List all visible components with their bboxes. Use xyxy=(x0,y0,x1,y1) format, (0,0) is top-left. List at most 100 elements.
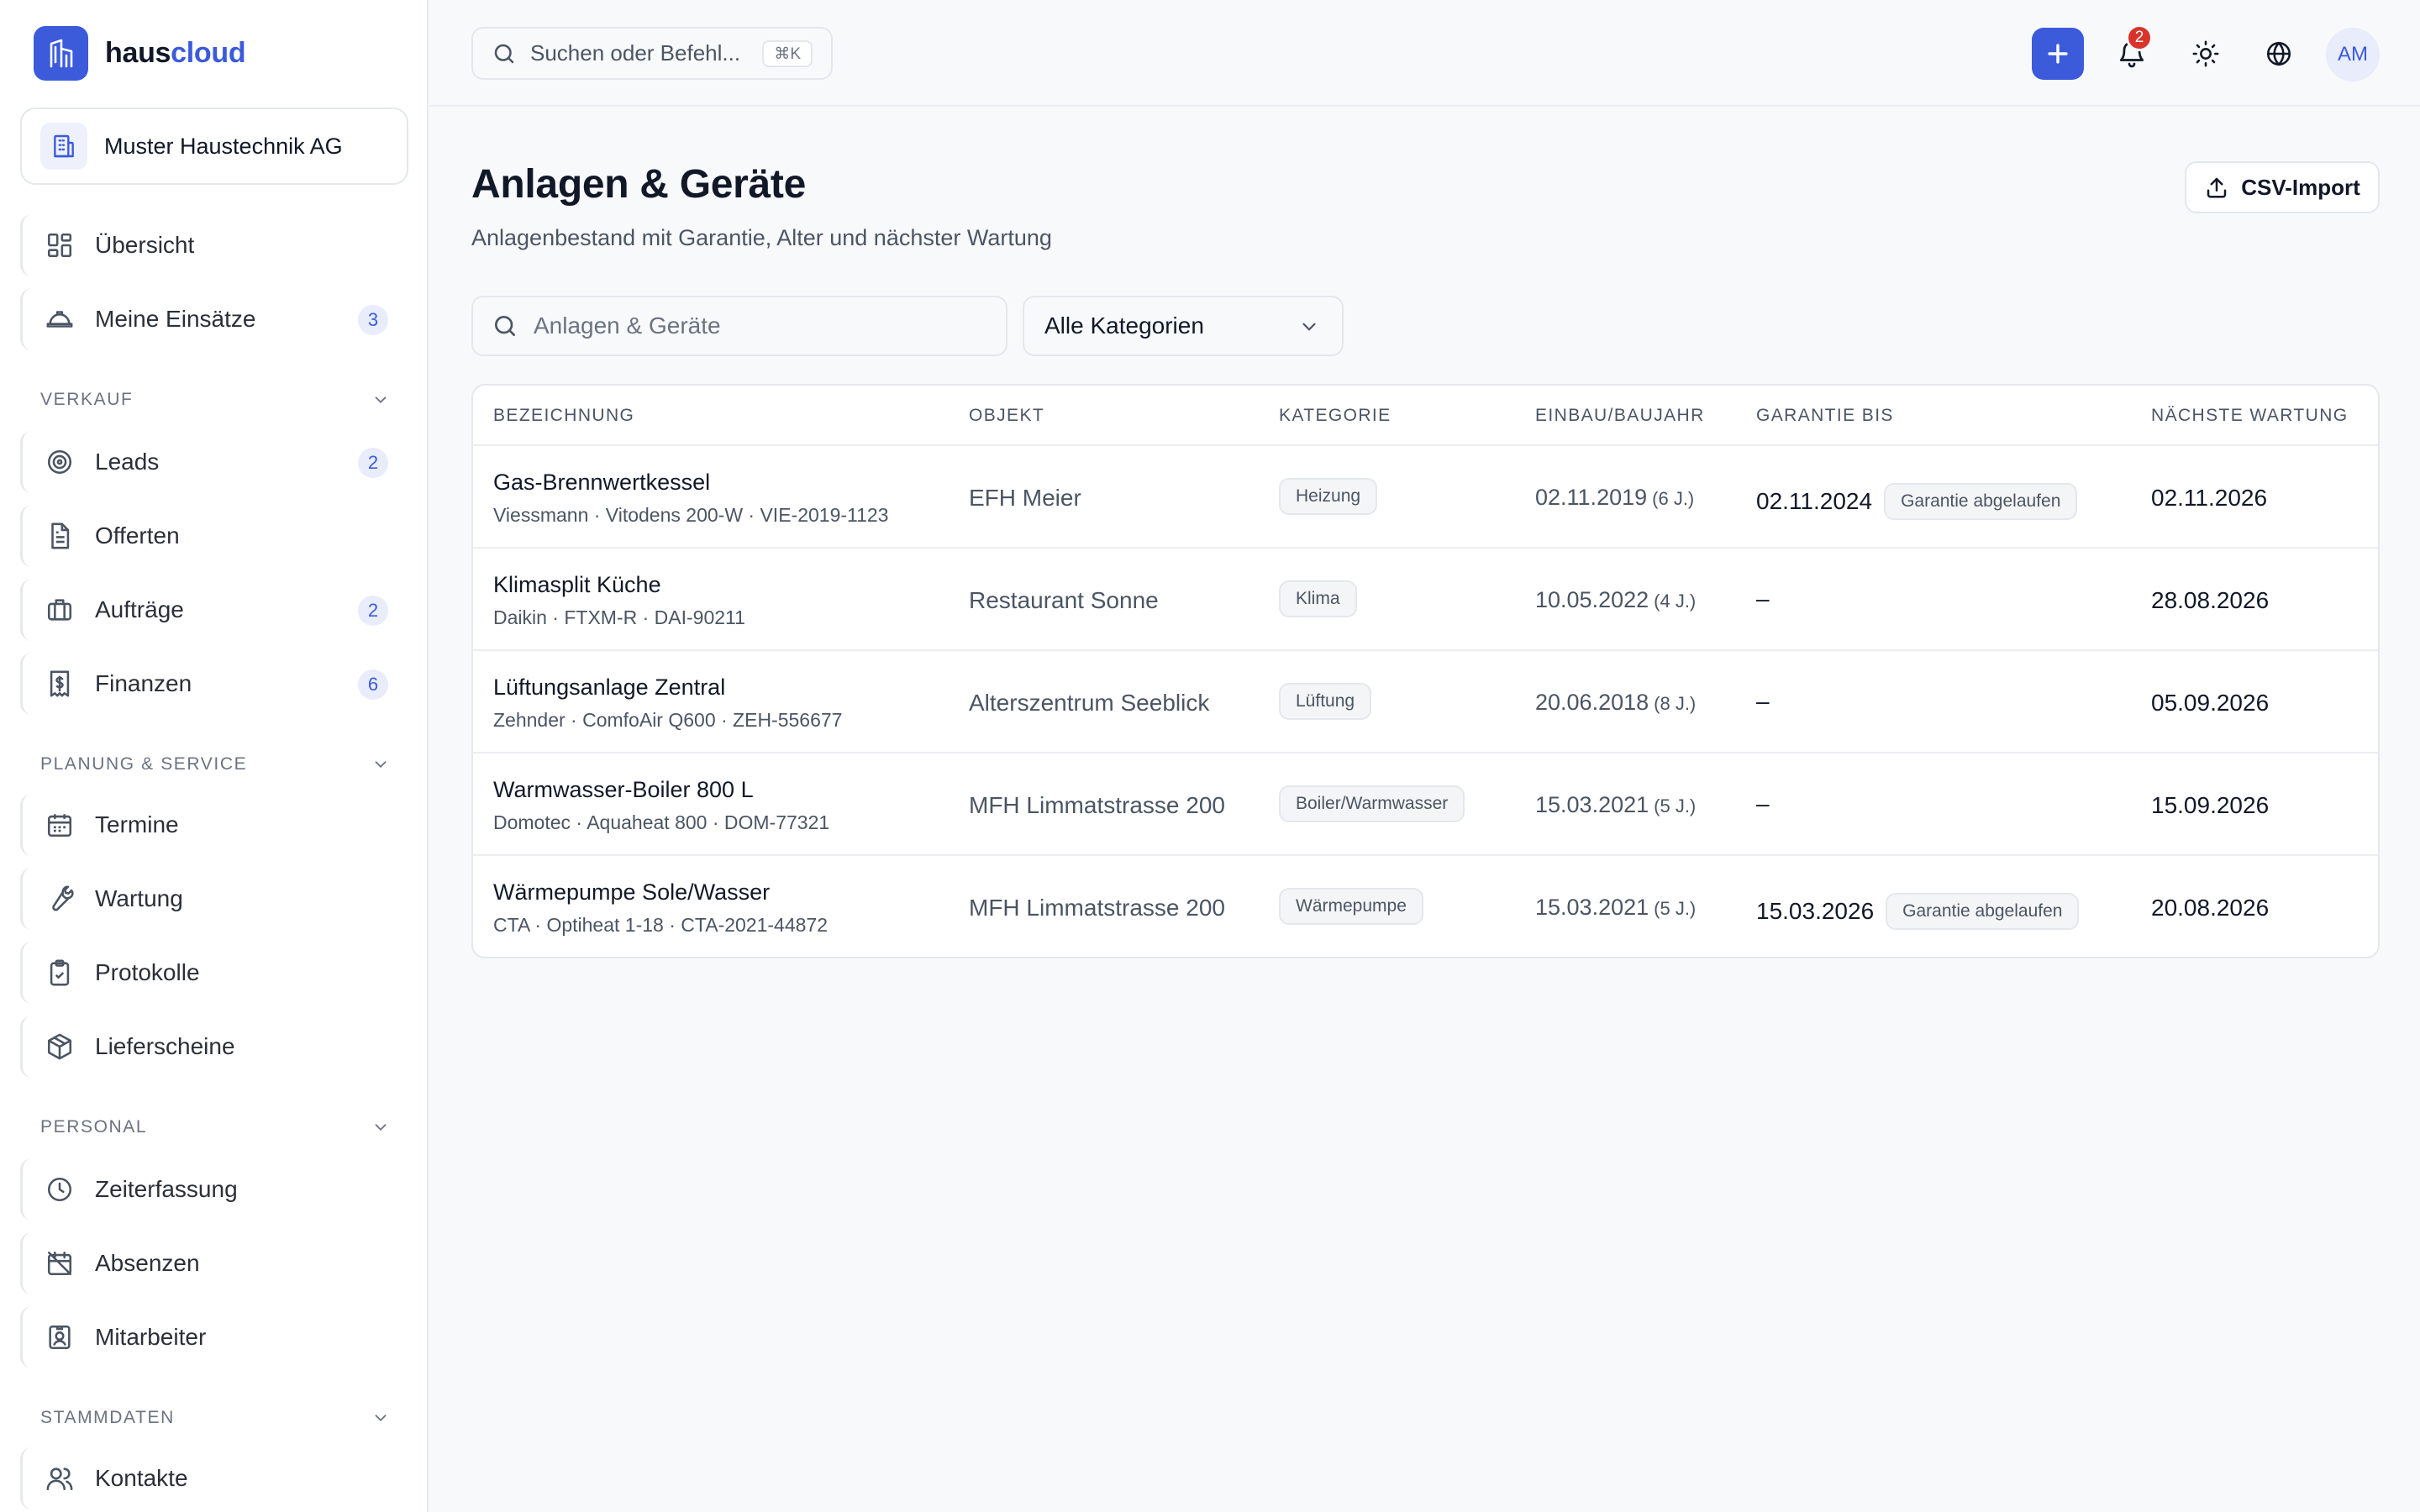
chevron-down-icon xyxy=(375,761,387,769)
receipt-icon xyxy=(45,669,75,699)
equipment-meta: Daikin · FTXM-R · DAI-90211 xyxy=(493,606,745,628)
briefcase-icon xyxy=(45,595,75,625)
category-tag: Boiler/Warmwasser xyxy=(1279,785,1465,822)
search-placeholder: Anlagen & Geräte xyxy=(534,312,721,339)
warranty-cell: – xyxy=(1756,790,1770,816)
calendar-icon xyxy=(45,810,75,840)
sidebar-item-auftraege[interactable]: Aufträge 2 xyxy=(20,579,408,641)
brand-name: hauscloud xyxy=(105,37,246,69)
sidebar-item-termine[interactable]: Termine xyxy=(20,794,408,856)
install-date: 10.05.2022 (4 J.) xyxy=(1535,587,1697,612)
table-row[interactable]: Gas-Brennwertkessel Viessmann · Vitodens… xyxy=(473,446,2378,549)
sidebar-item-protokolle[interactable]: Protokolle xyxy=(20,942,408,1004)
category-tag: Heizung xyxy=(1279,478,1378,515)
category-tag: Klima xyxy=(1279,580,1357,617)
section-toggle-planung-service[interactable]: PLANUNG & SERVICE xyxy=(40,752,390,777)
equipment-meta: Viessmann · Vitodens 200-W · VIE-2019-11… xyxy=(493,504,889,526)
object-cell: Restaurant Sonne xyxy=(969,587,1159,613)
count-badge: 2 xyxy=(358,596,388,626)
age-label: (6 J.) xyxy=(1652,488,1695,509)
sidebar-item-wartung[interactable]: Wartung xyxy=(20,868,408,930)
theme-toggle-button[interactable] xyxy=(2180,28,2232,80)
sidebar-item-label: Übersicht xyxy=(95,232,195,258)
sidebar-item-kontakte[interactable]: Kontakte xyxy=(20,1447,408,1509)
column-header[interactable]: GARANTIE BIS xyxy=(1756,406,1894,426)
target-icon xyxy=(45,447,75,477)
search-icon xyxy=(495,316,515,336)
sidebar-item-leads[interactable]: Leads 2 xyxy=(20,431,408,493)
id-badge-icon xyxy=(45,1322,75,1352)
table-row[interactable]: Wärmepumpe Sole/Wasser CTA · Optiheat 1-… xyxy=(473,856,2378,957)
column-header[interactable]: EINBAU/BAUJAHR xyxy=(1535,406,1705,426)
organization-switcher[interactable]: Muster Haustechnik AG xyxy=(20,108,408,185)
sidebar-item-meine-einsaetze[interactable]: Meine Einsätze 3 xyxy=(20,288,408,350)
column-header[interactable]: OBJEKT xyxy=(969,406,1044,426)
csv-import-button[interactable]: CSV-Import xyxy=(2185,161,2380,213)
equipment-name: Warmwasser-Boiler 800 L xyxy=(493,777,754,802)
command-search[interactable]: Suchen oder Befehl... ⌘K xyxy=(471,27,833,80)
sidebar-item-label: Aufträge xyxy=(95,596,184,622)
sidebar-item-lieferscheine[interactable]: Lieferscheine xyxy=(20,1016,408,1078)
document-icon xyxy=(45,521,75,551)
sidebar-item-zeiterfassung[interactable]: Zeiterfassung xyxy=(20,1158,408,1221)
helmet-icon xyxy=(45,304,75,334)
equipment-search-input[interactable]: Anlagen & Geräte xyxy=(471,296,1007,356)
section-toggle-personal[interactable]: PERSONAL xyxy=(40,1115,390,1140)
notifications-button[interactable]: 2 xyxy=(2106,24,2158,80)
section-toggle-stammdaten[interactable]: STAMMDATEN xyxy=(40,1405,390,1431)
column-header[interactable]: KATEGORIE xyxy=(1279,406,1392,426)
sidebar: hauscloud Muster Haustechnik AG Übersich… xyxy=(0,0,429,1512)
category-select[interactable]: Alle Kategorien xyxy=(1023,296,1344,356)
table-row[interactable]: Klimasplit Küche Daikin · FTXM-R · DAI-9… xyxy=(473,549,2378,651)
section-title: PLANUNG & SERVICE xyxy=(40,754,248,774)
equipment-meta: Domotec · Aquaheat 800 · DOM-77321 xyxy=(493,811,830,833)
sidebar-item-uebersicht[interactable]: Übersicht xyxy=(20,214,408,276)
column-header[interactable]: BEZEICHNUNG xyxy=(493,406,634,426)
equipment-meta: CTA · Optiheat 1-18 · CTA-2021-44872 xyxy=(493,914,829,936)
search-icon xyxy=(494,44,514,63)
install-date: 15.03.2021 (5 J.) xyxy=(1535,895,1697,920)
count-badge: 2 xyxy=(358,448,388,478)
dashboard-icon xyxy=(45,230,75,260)
equipment-cell: Lüftungsanlage Zentral Zehnder · ComfoAi… xyxy=(493,675,842,732)
chevron-down-icon xyxy=(375,1124,387,1131)
next-service-date: 02.11.2026 xyxy=(2151,485,2268,511)
user-avatar[interactable]: AM xyxy=(2326,28,2380,81)
sidebar-item-label: Protokolle xyxy=(95,959,200,985)
object-cell: MFH Limmatstrasse 200 xyxy=(969,895,1225,921)
equipment-cell: Gas-Brennwertkessel Viessmann · Vitodens… xyxy=(493,470,888,527)
house-logo-icon xyxy=(34,26,88,81)
section-toggle-verkauf[interactable]: VERKAUF xyxy=(40,387,390,412)
warranty-cell: – xyxy=(1756,688,1770,714)
age-label: (8 J.) xyxy=(1654,693,1697,714)
warranty-cell: – xyxy=(1756,585,1770,612)
sidebar-item-label: Kontakte xyxy=(95,1465,188,1491)
equipment-name: Wärmepumpe Sole/Wasser xyxy=(493,879,771,905)
warranty-cell: 15.03.2026 Garantie abgelaufen xyxy=(1756,893,2080,930)
create-new-button[interactable] xyxy=(2032,28,2084,80)
language-button[interactable] xyxy=(2253,28,2305,80)
table-row[interactable]: Warmwasser-Boiler 800 L Domotec · Aquahe… xyxy=(473,753,2378,856)
column-header[interactable]: NÄCHSTE WARTUNG xyxy=(2151,406,2349,426)
equipment-name: Klimasplit Küche xyxy=(493,572,661,597)
sidebar-item-finanzen[interactable]: Finanzen 6 xyxy=(20,653,408,715)
sidebar-item-label: Wartung xyxy=(95,885,183,911)
table-row[interactable]: Lüftungsanlage Zentral Zehnder · ComfoAi… xyxy=(473,651,2378,753)
wrench-icon xyxy=(45,884,75,914)
clipboard-check-icon xyxy=(45,958,75,988)
equipment-table: BEZEICHNUNG OBJEKT KATEGORIE EINBAU/BAUJ… xyxy=(471,384,2380,958)
search-placeholder: Suchen oder Befehl... xyxy=(530,40,741,66)
plus-icon xyxy=(2048,44,2068,64)
category-select-value: Alle Kategorien xyxy=(1044,312,1204,339)
brand[interactable]: hauscloud xyxy=(34,26,246,81)
csv-import-label: CSV-Import xyxy=(2241,174,2360,200)
package-icon xyxy=(45,1032,75,1062)
globe-icon xyxy=(2266,41,2291,66)
users-icon xyxy=(45,1463,75,1494)
sidebar-item-absenzen[interactable]: Absenzen xyxy=(20,1232,408,1294)
sidebar-item-mitarbeiter[interactable]: Mitarbeiter xyxy=(20,1306,408,1368)
count-badge: 6 xyxy=(358,669,388,700)
sidebar-item-offerten[interactable]: Offerten xyxy=(20,505,408,567)
install-date: 15.03.2021 (5 J.) xyxy=(1535,792,1697,817)
chevron-down-icon xyxy=(375,1415,387,1422)
